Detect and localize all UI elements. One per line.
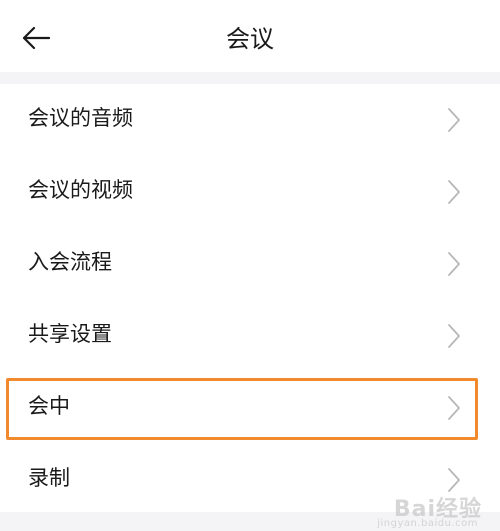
settings-item-label: 会中 [28, 394, 70, 418]
page-title: 会议 [226, 25, 274, 53]
settings-item-label: 会议的视频 [28, 178, 133, 202]
section-divider [0, 72, 500, 84]
settings-item-in-meeting[interactable]: 会中 [0, 372, 500, 444]
settings-item-join-flow[interactable]: 入会流程 [0, 228, 500, 300]
settings-item-meeting-audio[interactable]: 会议的音频 [0, 84, 500, 156]
chevron-right-icon [448, 468, 460, 492]
watermark: Bai经验 jingyan.baidu.com [377, 491, 482, 529]
chevron-right-icon [448, 108, 460, 132]
settings-item-label: 录制 [28, 466, 70, 490]
settings-item-label: 会议的音频 [28, 106, 133, 130]
settings-item-share-settings[interactable]: 共享设置 [0, 300, 500, 372]
chevron-right-icon [448, 252, 460, 276]
top-bar: 会议 [0, 0, 500, 72]
watermark-subtext: jingyan.baidu.com [377, 518, 478, 529]
settings-item-label: 入会流程 [28, 250, 112, 274]
chevron-right-icon [448, 180, 460, 204]
settings-item-meeting-video[interactable]: 会议的视频 [0, 156, 500, 228]
settings-item-label: 共享设置 [28, 322, 112, 346]
chevron-right-icon [448, 324, 460, 348]
settings-list: 会议的音频 会议的视频 入会流程 共享设置 会中 录制 [0, 84, 500, 516]
chevron-right-icon [448, 396, 460, 420]
